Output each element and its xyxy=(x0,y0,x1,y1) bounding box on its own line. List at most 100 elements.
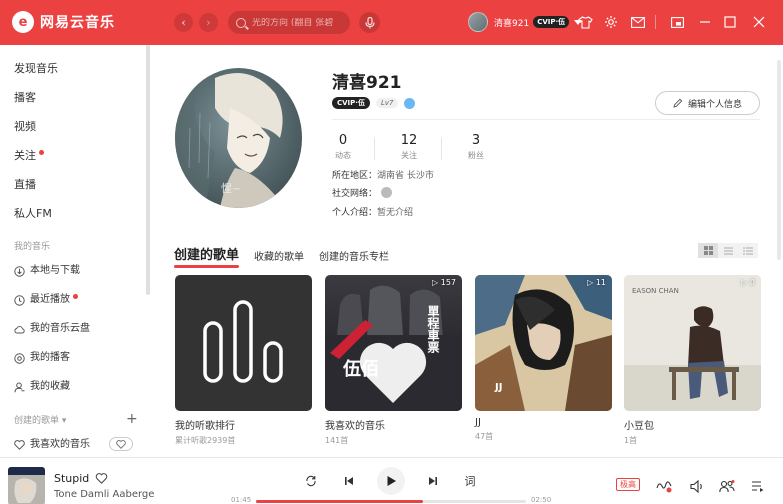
stat-events[interactable]: 0 动态 xyxy=(323,133,363,161)
previous-button[interactable] xyxy=(342,474,356,488)
sidebar-item-my-podcast[interactable]: 我的播客 xyxy=(14,350,70,366)
playlist-cover[interactable]: EASON CHAN ▷ 0 xyxy=(624,275,761,411)
next-button[interactable] xyxy=(426,474,440,488)
sound-effect-button[interactable] xyxy=(656,478,672,494)
add-playlist-button[interactable]: + xyxy=(126,411,138,427)
sidebar-item-fm[interactable]: 私人FM xyxy=(14,206,52,222)
weibo-icon[interactable] xyxy=(381,187,393,198)
close-icon xyxy=(753,16,765,28)
sidebar-item-cloud[interactable]: 我的音乐云盘 xyxy=(14,321,90,337)
now-playing-cover[interactable] xyxy=(8,467,45,504)
section-created-playlists[interactable]: 创建的歌单 ▾ xyxy=(14,413,66,426)
sidebar-item-label: 本地与下载 xyxy=(30,265,80,276)
grid-icon xyxy=(703,246,713,255)
heart-icon[interactable] xyxy=(95,473,108,484)
sidebar-item-label: 我的收藏 xyxy=(30,381,70,392)
playlist-card[interactable]: 伍佰 單程車票 ▷ 157 我喜欢的音乐 141首 xyxy=(325,275,462,446)
sidebar-item-label: 我喜欢的音乐 xyxy=(30,439,90,450)
search-input[interactable] xyxy=(252,17,350,28)
playlist-title[interactable]: JJ xyxy=(475,417,612,428)
list-view-button[interactable] xyxy=(718,243,738,258)
play-count: ▷ 0 xyxy=(741,278,755,287)
back-button[interactable]: ‹ xyxy=(174,13,193,32)
playlist-cover[interactable]: 伍佰 單程車票 ▷ 157 xyxy=(325,275,462,411)
user-name[interactable]: 清喜921 xyxy=(494,16,529,29)
level-badge[interactable]: Lv7 xyxy=(375,98,399,108)
profile-avatar[interactable]: 惺~ xyxy=(175,68,302,208)
shirt-icon xyxy=(577,15,593,29)
progress-fill xyxy=(256,500,424,503)
podcast-icon xyxy=(14,352,25,364)
heartbeat-mode-button[interactable] xyxy=(109,437,133,451)
netease-logo-icon: e xyxy=(12,11,34,33)
elapsed-time: 01:45 xyxy=(231,496,252,504)
forward-button[interactable]: › xyxy=(199,13,218,32)
app-logo[interactable]: e 网易云音乐 xyxy=(12,11,115,33)
sidebar-item-follow[interactable]: 关注 xyxy=(14,148,44,164)
mini-mode-button[interactable] xyxy=(669,14,685,30)
ranking-icon xyxy=(203,300,283,383)
quality-button[interactable]: 极高 xyxy=(616,478,640,491)
sidebar-item-favorites[interactable]: 我的收藏 xyxy=(14,379,70,395)
sidebar-item-live[interactable]: 直播 xyxy=(14,177,36,193)
progress-bar[interactable] xyxy=(256,500,526,503)
playlist-card[interactable]: EASON CHAN ▷ 0 小豆包 1首 xyxy=(624,275,761,446)
song-title[interactable]: Stupid xyxy=(54,472,89,485)
playlist-title[interactable]: 我喜欢的音乐 xyxy=(325,417,462,432)
lyrics-button[interactable]: 词 xyxy=(463,474,477,488)
playlist-title[interactable]: 我的听歌排行 xyxy=(175,417,312,432)
sidebar-item-label: 播客 xyxy=(14,91,36,104)
volume-button[interactable] xyxy=(689,478,705,494)
playlist-card[interactable]: JJ ▷ 11 JJ 47首 xyxy=(475,275,612,442)
edit-profile-button[interactable]: 编辑个人信息 xyxy=(655,91,760,115)
tab-created-playlists[interactable]: 创建的歌单 xyxy=(174,244,240,268)
skin-button[interactable] xyxy=(577,14,593,30)
maximize-button[interactable] xyxy=(722,14,738,30)
playlist-cover[interactable]: JJ ▷ 11 xyxy=(475,275,612,411)
section-label: 创建的歌单 xyxy=(14,416,60,426)
grid-view-button[interactable] xyxy=(698,243,718,258)
play-icon xyxy=(387,476,396,486)
now-playing-artist[interactable]: Tone Damli Aaberge xyxy=(54,489,154,500)
compact-view-button[interactable] xyxy=(738,243,758,258)
avatar[interactable] xyxy=(468,12,488,32)
stat-followers[interactable]: 3 粉丝 xyxy=(456,133,496,161)
main-scrollbar[interactable] xyxy=(777,60,781,260)
chevron-right-icon: › xyxy=(206,16,211,29)
playlist-title[interactable]: 小豆包 xyxy=(624,417,761,432)
profile-badges: CVIP·伍 Lv7 xyxy=(332,97,416,109)
playlist-queue-button[interactable] xyxy=(750,478,766,494)
now-playing-title[interactable]: Stupid xyxy=(54,472,108,485)
voice-search-button[interactable] xyxy=(359,12,380,33)
sidebar-item-liked-music[interactable]: 我喜欢的音乐 xyxy=(14,437,90,453)
minimize-button[interactable] xyxy=(697,14,713,30)
sidebar-item-video[interactable]: 视频 xyxy=(14,119,36,135)
stat-number: 0 xyxy=(338,133,348,148)
messages-button[interactable] xyxy=(630,14,646,30)
tab-music-columns[interactable]: 创建的音乐专栏 xyxy=(319,248,389,268)
user-menu[interactable]: 清喜921 CVIP·伍 xyxy=(468,12,583,32)
play-pause-button[interactable] xyxy=(377,467,405,495)
mini-player-icon xyxy=(670,16,684,28)
vip-badge[interactable]: CVIP·伍 xyxy=(332,97,370,109)
sidebar-item-recent[interactable]: 最近播放 xyxy=(14,292,78,308)
stat-following[interactable]: 12 关注 xyxy=(389,133,429,161)
playlist-cover[interactable] xyxy=(175,275,312,411)
sidebar-item-podcast[interactable]: 播客 xyxy=(14,90,36,106)
listen-together-button[interactable] xyxy=(719,478,735,494)
tab-collected-playlists[interactable]: 收藏的歌单 xyxy=(254,248,304,268)
settings-button[interactable] xyxy=(603,14,619,30)
sidebar-item-local-download[interactable]: 本地与下载 xyxy=(14,263,80,279)
play-mode-button[interactable] xyxy=(304,474,318,488)
vip-badge[interactable]: CVIP·伍 xyxy=(533,16,570,28)
search-box[interactable] xyxy=(228,11,350,34)
avatar-caption: 惺~ xyxy=(221,181,241,195)
close-button[interactable] xyxy=(751,14,767,30)
playlist-card[interactable]: 我的听歌排行 累计听歌2939首 xyxy=(175,275,312,446)
repeat-icon xyxy=(306,475,316,487)
profile-social: 社交网络： xyxy=(332,186,393,199)
sidebar-item-discover[interactable]: 发现音乐 xyxy=(14,61,58,77)
profile-intro: 个人介绍： 暂无介绍 xyxy=(332,205,413,218)
verified-icon[interactable] xyxy=(404,97,416,109)
playlist-subtitle: 47首 xyxy=(475,432,494,441)
